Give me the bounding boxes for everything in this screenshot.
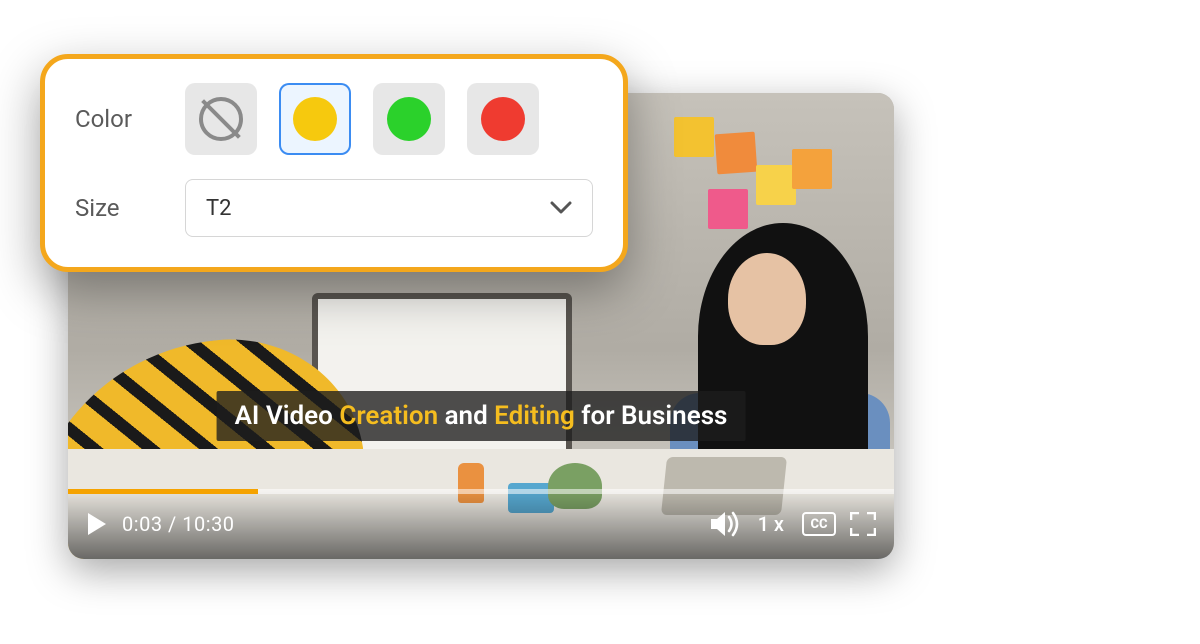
subtitle-highlight: Creation [339,401,438,431]
sticky-note [674,117,714,157]
color-swatch-yellow[interactable] [279,83,351,155]
chevron-down-icon [550,196,572,221]
size-select-value: T2 [206,196,232,221]
subtitle-text: for Business [575,401,728,431]
subtitle-highlight: Editing [494,401,575,431]
no-color-icon [199,97,243,141]
sticky-note [756,165,796,205]
color-dot [293,97,337,141]
progress-fill [68,489,258,494]
color-swatch-group [185,83,539,155]
play-icon[interactable] [86,512,108,536]
time-display: 0:03 / 10:30 [122,512,235,536]
color-dot [481,97,525,141]
progress-bar[interactable] [68,489,894,494]
volume-icon[interactable] [710,511,740,537]
color-swatch-green[interactable] [373,83,445,155]
sticky-note [715,132,758,175]
size-row-label: Size [75,194,159,222]
player-controls: 0:03 / 10:30 1 x CC [68,489,894,559]
subtitle-overlay: AI Video Creation and Editing for Busine… [217,391,746,441]
color-row-label: Color [75,105,159,133]
cc-icon: CC [802,512,836,536]
subtitle-text: AI Video [235,401,340,431]
color-swatch-red[interactable] [467,83,539,155]
playback-speed[interactable]: 1 x [754,512,788,536]
size-row: Size T2 [75,179,593,237]
caption-style-popover: Color Size T2 [40,54,628,272]
person [728,253,806,345]
fullscreen-icon[interactable] [850,512,876,536]
sticky-note [708,189,748,229]
color-swatch-none[interactable] [185,83,257,155]
color-dot [387,97,431,141]
captions-button[interactable]: CC [802,512,836,536]
color-row: Color [75,83,593,155]
size-select[interactable]: T2 [185,179,593,237]
sticky-note [792,149,832,189]
subtitle-text: and [438,401,494,431]
